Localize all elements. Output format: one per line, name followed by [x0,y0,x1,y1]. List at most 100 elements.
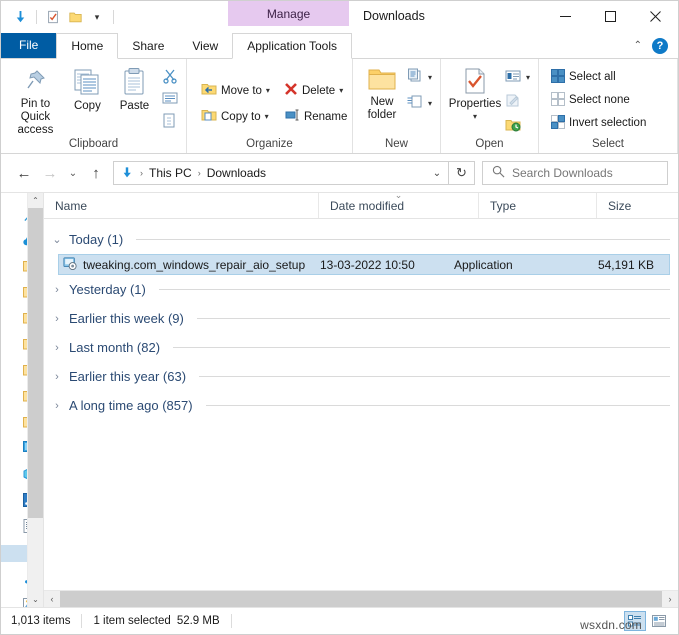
scroll-left-button[interactable]: ‹ [44,591,60,607]
horizontal-scrollbar[interactable]: ‹ › [44,590,678,607]
ribbon-group-open-title: Open [475,138,504,150]
maximize-button[interactable] [588,1,633,31]
chevron-right-icon[interactable]: › [52,400,62,412]
chevron-right-icon[interactable]: › [52,284,62,296]
new-small-buttons: ▾ ▾ [405,63,434,113]
navigation-pane: ⌃ ⌄ [1,193,43,607]
column-header-name-label: Name [55,198,88,213]
breadcrumb-item-this-pc[interactable]: This PC [145,166,196,180]
group-header-last-month[interactable]: › Last month (82) [44,333,678,362]
tab-file[interactable]: File [1,33,57,58]
up-button[interactable]: ↑ [83,160,109,186]
open-with-icon [505,69,522,86]
large-icons-view-button[interactable] [648,611,670,631]
copy-to-button[interactable]: Copy to ▾ [199,107,272,127]
table-row[interactable]: tweaking.com_windows_repair_aio_setup 13… [58,254,670,275]
tab-home[interactable]: Home [56,33,119,59]
file-name-cell[interactable]: tweaking.com_windows_repair_aio_setup [59,256,320,273]
file-name-label: tweaking.com_windows_repair_aio_setup [83,257,306,272]
collapse-ribbon-icon[interactable]: ⌃ [630,40,646,51]
breadcrumb-item-downloads[interactable]: Downloads [203,166,270,180]
recent-locations-button[interactable]: ⌄ [63,160,83,186]
group-header-earlier-this-year[interactable]: › Earlier this year (63) [44,362,678,391]
ribbon: Pin to Quick access Copy Paste Clipboard… [1,59,678,154]
copy-button[interactable]: Copy [64,63,111,113]
scroll-right-button[interactable]: › [662,591,678,607]
group-header-today[interactable]: ⌄ Today (1) [44,225,678,254]
tab-view[interactable]: View [178,33,232,58]
back-button[interactable]: ← [11,160,37,186]
breadcrumb-dropdown-icon[interactable]: ⌄ [426,162,448,184]
horizontal-scrollbar-thumb[interactable] [60,591,662,607]
ribbon-group-organize: Move to ▾ Copy to ▾ Delete ▾ Rename Orga… [187,59,353,153]
breadcrumb-separator-1[interactable]: › [196,168,203,178]
search-box[interactable]: Search Downloads [482,161,668,185]
group-header-earlier-this-year-label: Earlier this year (63) [69,369,187,384]
delete-icon [284,82,298,99]
paste-shortcut-icon [162,112,176,131]
move-to-label: Move to [221,84,262,97]
chevron-down-icon[interactable]: ⌄ [52,233,62,246]
pin-icon [22,67,48,95]
easy-access-button[interactable]: ▾ [405,93,434,113]
copy-path-button[interactable] [160,89,180,109]
chevron-right-icon[interactable]: › [52,342,62,354]
paste-shortcut-button[interactable] [160,111,180,131]
scrollbar-thumb[interactable] [28,208,43,518]
column-header-size-label: Size [608,198,632,213]
paste-button[interactable]: Paste [111,63,158,113]
group-rule [196,318,670,319]
move-to-button[interactable]: Move to ▾ [199,81,272,101]
scroll-down-button[interactable]: ⌄ [28,592,43,607]
open-with-button[interactable]: ▾ [503,67,532,87]
new-folder-button[interactable]: New folder [359,63,405,122]
select-all-button[interactable]: Select all [549,67,648,87]
group-header-a-long-time-ago[interactable]: › A long time ago (857) [44,391,678,420]
downloads-folder-icon [114,166,138,180]
organize-right-column: Delete ▾ Rename [282,77,349,127]
history-button[interactable] [503,117,532,137]
select-none-button[interactable]: Select none [549,90,648,110]
organize-left-column: Move to ▾ Copy to ▾ [193,77,272,127]
downloads-folder-icon[interactable] [10,7,30,27]
search-input[interactable]: Search Downloads [512,166,613,180]
group-header-earlier-this-week[interactable]: › Earlier this week (9) [44,304,678,333]
invert-selection-button[interactable]: Invert selection [549,113,648,133]
invert-selection-label: Invert selection [569,117,647,129]
chevron-right-icon[interactable]: › [52,313,62,325]
properties-button[interactable]: Properties ▾ [447,63,503,121]
properties-icon[interactable] [43,7,63,27]
watermark-text: wsxdn.com [580,618,642,632]
new-item-button[interactable]: ▾ [405,67,434,87]
cut-button[interactable] [160,67,180,87]
close-button[interactable] [633,1,678,31]
ribbon-tab-row-right: ⌃ ? [630,33,678,58]
search-icon [492,165,505,181]
cut-icon [162,68,178,87]
pin-to-quick-access-label-2: access [17,124,54,136]
column-header-date-modified[interactable]: ⌄ Date modified [319,191,479,218]
column-header-size[interactable]: Size [597,193,667,218]
address-bar: ← → ⌄ ↑ › This PC › Downloads ⌄ ↻ Search… [1,154,678,192]
ribbon-group-new: New folder ▾ ▾ New [353,59,441,153]
chevron-right-icon[interactable]: › [52,371,62,383]
tab-application-tools[interactable]: Application Tools [232,33,353,59]
refresh-button[interactable]: ↻ [449,161,475,185]
pin-to-quick-access-button[interactable]: Pin to Quick access [7,63,64,137]
customize-qat-icon[interactable]: ▾ [87,7,107,27]
column-header-type[interactable]: Type [479,193,597,218]
tab-share[interactable]: Share [118,33,178,58]
breadcrumb[interactable]: › This PC › Downloads ⌄ [113,161,449,185]
group-rule [136,239,670,240]
minimize-button[interactable] [543,1,588,31]
scroll-up-button[interactable]: ⌃ [28,193,43,208]
move-to-caret: ▾ [265,86,270,95]
new-folder-icon[interactable] [65,7,85,27]
navigation-pane-scrollbar[interactable]: ⌃ ⌄ [27,193,43,607]
copy-to-label: Copy to [221,110,261,123]
delete-button[interactable]: Delete ▾ [282,81,349,101]
help-icon[interactable]: ? [652,37,668,54]
group-header-yesterday[interactable]: › Yesterday (1) [44,275,678,304]
column-header-name[interactable]: Name [44,193,319,218]
rename-button[interactable]: Rename [282,107,349,127]
